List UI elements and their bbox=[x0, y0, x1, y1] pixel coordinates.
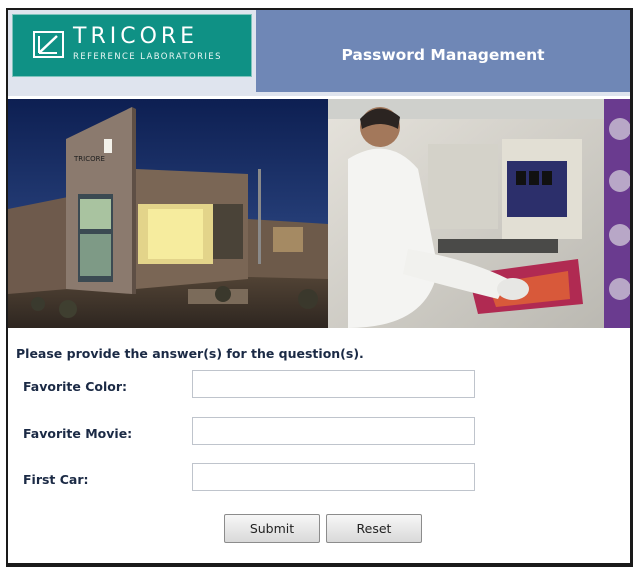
building-sign: TRICORE bbox=[73, 155, 105, 163]
building-photo: TRICORE bbox=[8, 99, 328, 328]
favorite-movie-field[interactable] bbox=[192, 417, 475, 445]
form-instruction: Please provide the answer(s) for the que… bbox=[16, 346, 364, 361]
favorite-color-label: Favorite Color: bbox=[23, 379, 128, 394]
title-bar: Password Management bbox=[256, 10, 630, 92]
favorite-movie-label: Favorite Movie: bbox=[23, 426, 133, 441]
tricore-logo: TRICORE REFERENCE LABORATORIES bbox=[12, 14, 252, 77]
logo-subtitle: REFERENCE LABORATORIES bbox=[73, 52, 222, 62]
first-car-field[interactable] bbox=[192, 463, 475, 491]
first-car-label: First Car: bbox=[23, 472, 89, 487]
logo-mark-icon bbox=[33, 31, 64, 58]
page-title: Password Management bbox=[341, 46, 545, 64]
page-frame: TRICORE REFERENCE LABORATORIES Password … bbox=[6, 8, 633, 567]
page-header: TRICORE REFERENCE LABORATORIES Password … bbox=[8, 10, 630, 96]
logo-name: TRICORE bbox=[73, 24, 199, 49]
lab-photo bbox=[328, 99, 630, 328]
reset-button[interactable]: Reset bbox=[326, 514, 422, 543]
banner-photos: TRICORE bbox=[8, 99, 630, 328]
favorite-color-field[interactable] bbox=[192, 370, 475, 398]
submit-button[interactable]: Submit bbox=[224, 514, 320, 543]
